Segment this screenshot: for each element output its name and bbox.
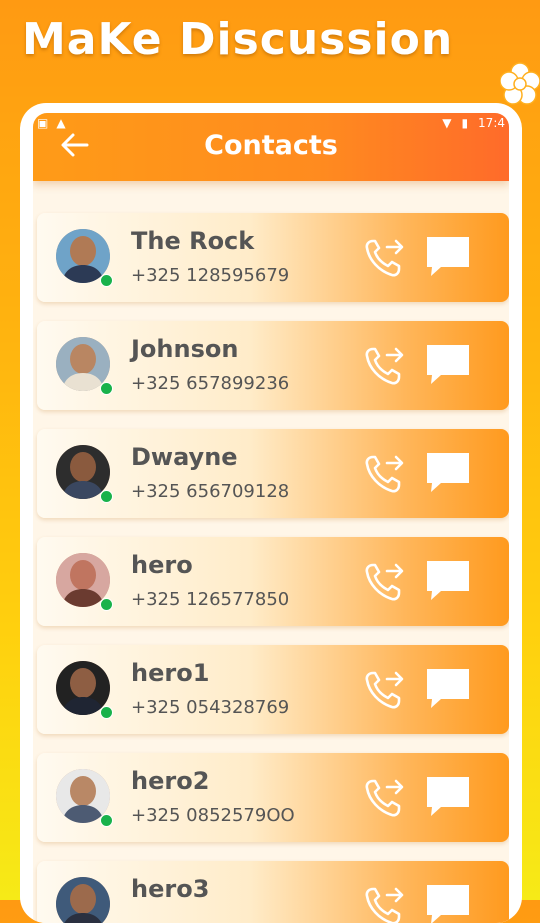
phone-forward-icon[interactable] — [361, 883, 407, 923]
wifi-icon: ▼ — [442, 116, 452, 130]
online-dot-icon — [100, 814, 113, 827]
avatar[interactable] — [56, 877, 110, 923]
contact-phone: +325 126577850 — [131, 589, 290, 610]
warning-icon: ▲ — [56, 116, 66, 130]
contact-card[interactable]: Dwayne +325 656709128 — [37, 429, 509, 518]
online-dot-icon — [100, 706, 113, 719]
online-dot-icon — [100, 490, 113, 503]
phone-forward-icon[interactable] — [361, 343, 407, 389]
online-dot-icon — [100, 598, 113, 611]
contact-card[interactable]: hero2 +325 0852579OO — [37, 753, 509, 842]
contact-name: The Rock — [131, 227, 255, 255]
app-screen: Contacts ▣ ▲ ▼ ▮ 17:4 The Rock +325 1285… — [33, 113, 509, 923]
contact-card[interactable]: hero3 — [37, 861, 509, 923]
contact-phone: +325 657899236 — [131, 373, 290, 394]
contact-card[interactable]: The Rock +325 128595679 — [37, 213, 509, 302]
chat-bubble-icon[interactable] — [425, 667, 471, 711]
contact-phone: +325 054328769 — [131, 697, 290, 718]
contact-name: hero — [131, 551, 193, 579]
battery-icon: ▮ — [461, 116, 469, 130]
contact-name: hero1 — [131, 659, 210, 687]
contact-name: Johnson — [131, 335, 239, 363]
online-dot-icon — [100, 274, 113, 287]
contact-name: hero3 — [131, 875, 210, 903]
phone-forward-icon[interactable] — [361, 451, 407, 497]
phone-frame: Contacts ▣ ▲ ▼ ▮ 17:4 The Rock +325 1285… — [20, 103, 522, 923]
chat-bubble-icon[interactable] — [425, 235, 471, 279]
chat-bubble-icon[interactable] — [425, 451, 471, 495]
contact-card[interactable]: Johnson +325 657899236 — [37, 321, 509, 410]
phone-forward-icon[interactable] — [361, 235, 407, 281]
contact-phone: +325 656709128 — [131, 481, 290, 502]
chat-bubble-icon[interactable] — [425, 883, 471, 923]
contact-card[interactable]: hero +325 126577850 — [37, 537, 509, 626]
contact-card[interactable]: hero1 +325 054328769 — [37, 645, 509, 734]
phone-forward-icon[interactable] — [361, 775, 407, 821]
phone-forward-icon[interactable] — [361, 667, 407, 713]
chat-bubble-icon[interactable] — [425, 559, 471, 603]
status-time: 17:4 — [478, 116, 505, 130]
image-notification-icon: ▣ — [37, 116, 49, 130]
chat-bubble-icon[interactable] — [425, 343, 471, 387]
phone-forward-icon[interactable] — [361, 559, 407, 605]
flower-icon — [500, 62, 540, 105]
contact-name: Dwayne — [131, 443, 238, 471]
contact-phone: +325 0852579OO — [131, 805, 295, 826]
chat-bubble-icon[interactable] — [425, 775, 471, 819]
contact-phone: +325 128595679 — [131, 265, 290, 286]
status-bar: ▣ ▲ ▼ ▮ 17:4 — [33, 113, 509, 135]
contact-name: hero2 — [131, 767, 210, 795]
promo-title: MaKe Discussion — [22, 14, 454, 65]
online-dot-icon — [100, 382, 113, 395]
